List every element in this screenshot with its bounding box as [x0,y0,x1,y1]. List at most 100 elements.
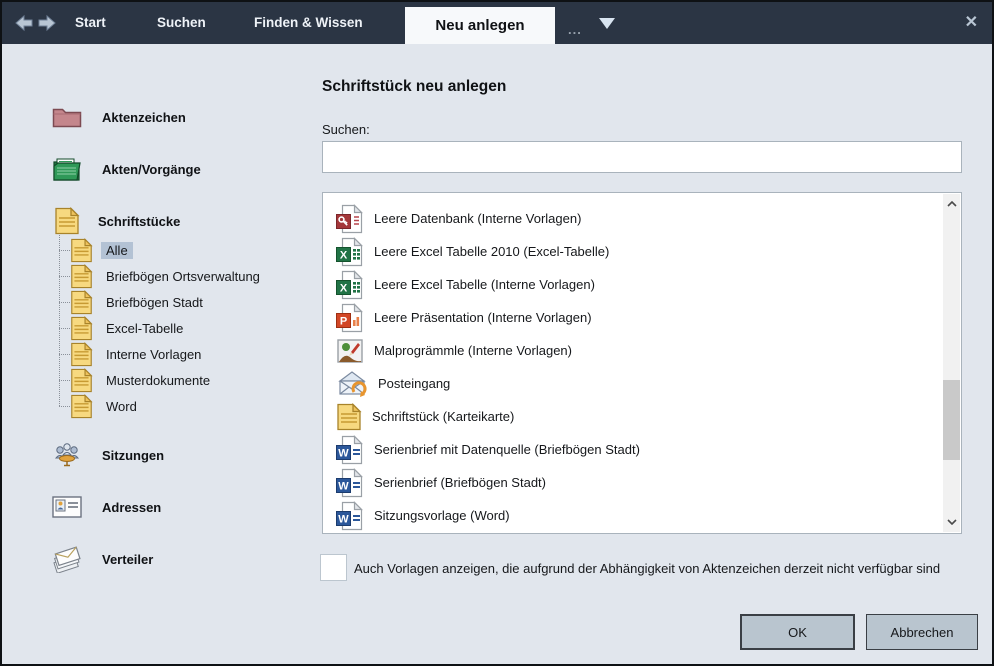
excel-file-icon: X [336,237,364,267]
powerpoint-file-icon: P [336,303,364,333]
tab-suchen[interactable]: Suchen [157,15,206,30]
pink-folder-icon [52,105,82,129]
show-unavailable-checkbox[interactable] [320,554,347,581]
list-item-serienbrief-datenquelle[interactable]: W Serienbrief mit Datenquelle (Briefböge… [323,433,941,466]
tree-item-label: Briefbögen Stadt [101,294,208,311]
close-icon[interactable]: ✕ [965,12,978,32]
envelopes-icon [50,545,82,573]
yellow-document-icon [70,290,93,315]
scroll-up-icon[interactable] [943,194,960,214]
svg-text:X: X [340,282,348,294]
sidebar-item-label: Adressen [102,500,161,515]
word-file-icon: W [336,435,364,465]
sidebar-item-label: Schriftstücke [98,214,180,229]
template-rows: Leere Datenbank (Interne Vorlagen) X Lee… [323,202,941,532]
yellow-document-icon [54,207,80,235]
tab-overflow-label[interactable]: ... [568,22,582,37]
scrollbar-thumb[interactable] [943,380,960,460]
tree-item-label: Word [101,398,142,415]
ok-button[interactable]: OK [740,614,855,650]
list-item-leere-excel-2010[interactable]: X Leere Excel Tabelle 2010 (Excel-Tabell… [323,235,941,268]
meeting-icon [52,442,82,468]
nav-arrows [14,14,57,32]
list-item-label: Sitzungsvorlage (Word) [374,508,510,523]
tree-item-briefboegen-stadt[interactable]: Briefbögen Stadt [70,289,208,315]
list-item-malprograemmle[interactable]: Malprogrämmle (Interne Vorlagen) [323,334,941,367]
tab-start[interactable]: Start [75,15,106,30]
list-item-leere-datenbank[interactable]: Leere Datenbank (Interne Vorlagen) [323,202,941,235]
svg-text:W: W [338,447,349,459]
tree-item-label: Alle [101,242,133,259]
list-item-posteingang[interactable]: Posteingang [323,367,941,400]
tab-bar: Start Suchen Finden & Wissen Neu anlegen… [2,2,992,44]
list-item-serienbrief[interactable]: W Serienbrief (Briefbögen Stadt) [323,466,941,499]
tab-dropdown-icon[interactable] [599,18,615,29]
list-item-leere-praesentation[interactable]: P Leere Präsentation (Interne Vorlagen) [323,301,941,334]
yellow-document-icon [70,368,93,393]
scrollbar[interactable] [943,194,960,532]
tab-neu-anlegen[interactable]: Neu anlegen [405,7,555,44]
sidebar-item-akten-vorgaenge[interactable]: Akten/Vorgänge [52,155,201,183]
tree-item-label: Interne Vorlagen [101,346,206,363]
cancel-button[interactable]: Abbrechen [866,614,978,650]
sidebar-item-label: Verteiler [102,552,153,567]
search-label: Suchen: [322,122,370,137]
access-file-icon [336,204,364,234]
tree-item-musterdokumente[interactable]: Musterdokumente [70,367,215,393]
list-item-label: Serienbrief (Briefbögen Stadt) [374,475,546,490]
svg-text:X: X [340,249,348,261]
list-item-label: Leere Excel Tabelle (Interne Vorlagen) [374,277,595,292]
tab-finden-wissen[interactable]: Finden & Wissen [254,15,363,30]
address-card-icon [52,496,82,518]
tree-item-label: Briefbögen Ortsverwaltung [101,268,265,285]
list-item-label: Serienbrief mit Datenquelle (Briefbögen … [374,442,640,457]
list-item-label: Posteingang [378,376,450,391]
tree-item-label: Excel-Tabelle [101,320,188,337]
word-file-icon: W [336,501,364,531]
yellow-note-icon [336,403,362,431]
yellow-document-icon [70,238,93,263]
tree-item-interne-vorlagen[interactable]: Interne Vorlagen [70,341,206,367]
show-unavailable-checkbox-label: Auch Vorlagen anzeigen, die aufgrund der… [354,561,940,576]
green-folder-icon [52,156,82,182]
sidebar-item-aktenzeichen[interactable]: Aktenzeichen [52,103,186,131]
list-item-label: Malprogrämmle (Interne Vorlagen) [374,343,572,358]
sidebar-item-schriftstuecke[interactable]: Schriftstücke [54,207,180,235]
yellow-document-icon [70,316,93,341]
yellow-document-icon [70,264,93,289]
sidebar-item-verteiler[interactable]: Verteiler [50,545,153,573]
inbox-envelope-icon [336,370,368,398]
excel-file-icon: X [336,270,364,300]
list-item-label: Leere Präsentation (Interne Vorlagen) [374,310,592,325]
template-list: Leere Datenbank (Interne Vorlagen) X Lee… [322,192,962,534]
tree-item-word[interactable]: Word [70,393,142,419]
tree-item-excel-tabelle[interactable]: Excel-Tabelle [70,315,188,341]
yellow-document-icon [70,342,93,367]
sidebar-item-adressen[interactable]: Adressen [52,493,161,521]
list-item-leere-excel[interactable]: X Leere Excel Tabelle (Interne Vorlagen) [323,268,941,301]
tree-item-label: Musterdokumente [101,372,215,389]
forward-arrow-icon[interactable] [37,14,57,32]
search-input[interactable] [322,141,962,173]
list-item-label: Leere Excel Tabelle 2010 (Excel-Tabelle) [374,244,609,259]
list-item-label: Schriftstück (Karteikarte) [372,409,514,424]
page-title: Schriftstück neu anlegen [322,78,506,96]
sidebar-item-label: Akten/Vorgänge [102,162,201,177]
list-item-label: Leere Datenbank (Interne Vorlagen) [374,211,581,226]
sidebar-item-label: Aktenzeichen [102,110,186,125]
scroll-down-icon[interactable] [943,512,960,532]
svg-text:P: P [340,315,347,327]
tree-item-alle[interactable]: Alle [70,237,133,263]
back-arrow-icon[interactable] [14,14,34,32]
yellow-document-icon [70,394,93,419]
app-window: Start Suchen Finden & Wissen Neu anlegen… [0,0,994,666]
tree-item-briefboegen-ortsverwaltung[interactable]: Briefbögen Ortsverwaltung [70,263,265,289]
sidebar-item-label: Sitzungen [102,448,164,463]
sidebar-item-sitzungen[interactable]: Sitzungen [52,441,164,469]
svg-text:W: W [338,513,349,525]
svg-text:W: W [338,480,349,492]
paint-file-icon [336,338,364,364]
list-item-sitzungsvorlage[interactable]: W Sitzungsvorlage (Word) [323,499,941,532]
list-item-schriftstueck-karteikarte[interactable]: Schriftstück (Karteikarte) [323,400,941,433]
word-file-icon: W [336,468,364,498]
